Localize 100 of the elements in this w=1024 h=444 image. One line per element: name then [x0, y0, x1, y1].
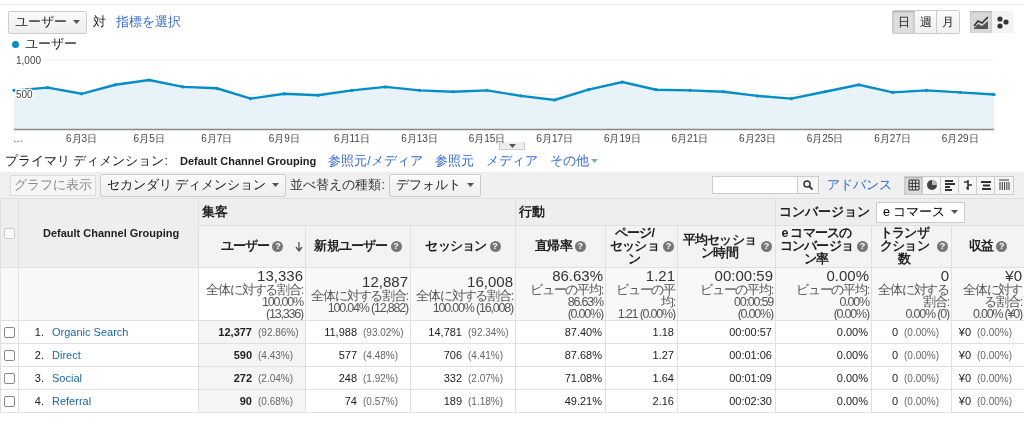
share-value: (0.00%): [977, 327, 1014, 338]
metric-value: 1.18: [652, 326, 674, 338]
column-header[interactable]: 平均セッション時間: [681, 233, 758, 260]
legend-label: ユーザー: [25, 36, 77, 53]
help-icon[interactable]: ?: [996, 241, 1008, 252]
period-tab[interactable]: 週: [915, 11, 937, 33]
metric-value: 0: [891, 326, 898, 338]
channel-link[interactable]: Social: [52, 372, 82, 384]
share-value: (92.86%): [258, 327, 300, 338]
help-icon[interactable]: ?: [489, 241, 501, 252]
share-value: (0.68%): [258, 396, 294, 407]
metric-value: 332: [443, 372, 462, 384]
metric-value: 0: [891, 349, 898, 361]
x-tick-label: 6月19日: [603, 133, 641, 144]
metric-value: 706: [443, 349, 462, 361]
metric-value: 00:01:09: [729, 372, 772, 384]
period-tab[interactable]: 日: [893, 11, 915, 33]
metric-value: 248: [338, 372, 357, 384]
column-header[interactable]: 新規ユーザー: [314, 240, 388, 253]
metric-value: 272: [233, 372, 252, 384]
share-value: (93.02%): [363, 327, 405, 338]
x-tick-label: …: [13, 133, 23, 144]
share-value: (0.00%): [904, 327, 940, 338]
metric-value: 12,377: [218, 326, 252, 338]
metric-dropdown[interactable]: ユーザー: [8, 10, 87, 34]
secondary-dimension-dropdown[interactable]: セカンダリ ディメンション: [100, 173, 287, 197]
channel-link[interactable]: Referral: [52, 395, 92, 407]
dimension-link[interactable]: Default Channel Grouping: [179, 155, 317, 167]
help-icon[interactable]: ?: [272, 241, 284, 252]
share-value: (0.00%): [977, 373, 1014, 384]
share-value: (4.43%): [258, 350, 294, 361]
share-value: (0.00%): [977, 396, 1014, 407]
channel-link[interactable]: Direct: [52, 349, 81, 361]
share-value: (0.00%): [904, 373, 940, 384]
metric-value: 00:02:30: [729, 395, 772, 407]
vs-label: 対: [93, 13, 106, 31]
column-header[interactable]: 直帰率: [535, 240, 572, 253]
conversion-type-dropdown[interactable]: e コマース: [876, 201, 966, 223]
y-tick-label: 1,000: [16, 54, 42, 66]
metric-value: 87.40%: [564, 326, 602, 338]
x-tick-label: 6月17日: [536, 133, 574, 144]
total-value: 00:00:59: [713, 268, 773, 284]
metric-value: 189: [443, 395, 462, 407]
total-value: 0: [939, 268, 949, 284]
help-icon[interactable]: ?: [857, 241, 868, 252]
column-header[interactable]: 収益: [968, 240, 994, 253]
column-header[interactable]: ページ/セッション: [609, 227, 660, 266]
metric-value: 87.68%: [564, 349, 602, 361]
x-tick-label: 6月3日: [66, 133, 98, 144]
x-tick-label: 6月15日: [468, 133, 506, 144]
channel-link[interactable]: Organic Search: [52, 326, 129, 338]
metric-value: 71.08%: [564, 372, 602, 384]
help-icon[interactable]: ?: [761, 241, 772, 252]
x-tick-label: 6月9日: [268, 133, 300, 144]
metric-value: ¥0: [958, 326, 972, 338]
share-value: (0.57%): [363, 396, 399, 407]
select-metric-link[interactable]: 指標を選択: [116, 13, 181, 31]
dimension-link[interactable]: メディア: [485, 152, 538, 170]
help-icon[interactable]: ?: [574, 241, 586, 252]
metric-value: 1.64: [652, 372, 674, 384]
x-tick-label: 6月11日: [333, 133, 370, 144]
sort-type-dropdown[interactable]: デフォルト: [388, 173, 481, 197]
metric-value: 2.16: [652, 395, 674, 407]
x-tick-label: 6月27日: [874, 133, 911, 144]
group-header: 集客: [202, 203, 228, 221]
metric-value: 0: [891, 372, 898, 384]
metric-value: 11,988: [324, 326, 357, 338]
dimension-link[interactable]: その他: [549, 152, 598, 170]
column-header[interactable]: トランザクション数: [875, 227, 934, 266]
help-icon[interactable]: ?: [663, 241, 674, 252]
metric-value: 0.00%: [836, 349, 868, 361]
period-tab[interactable]: 月: [937, 11, 959, 33]
x-tick-label: 6月7日: [201, 133, 233, 144]
column-header: Default Channel Grouping: [18, 198, 199, 268]
total-value: 1.21: [644, 268, 675, 284]
share-value: (2.04%): [258, 373, 294, 384]
help-icon[interactable]: ?: [390, 241, 402, 252]
share-value: (92.34%): [468, 327, 510, 338]
metric-value: 0.00%: [836, 395, 868, 407]
total-value: 16,008: [466, 274, 513, 290]
share-value: (0.00%): [977, 350, 1014, 361]
column-header[interactable]: セッション: [425, 240, 487, 253]
share-value: (0.00%): [904, 350, 940, 361]
dimension-link[interactable]: 参照元/メディア: [328, 152, 423, 170]
x-tick-label: 6月13日: [401, 133, 438, 144]
metric-value: 577: [338, 349, 357, 361]
dimension-link[interactable]: 参照元: [434, 152, 474, 170]
column-header[interactable]: ユーザー: [220, 240, 270, 253]
column-header[interactable]: e コマースのコンバージョン率: [779, 227, 854, 266]
x-tick-label: 6月23日: [739, 133, 776, 144]
total-value: 12,887: [361, 274, 408, 290]
advanced-link[interactable]: アドバンス: [827, 176, 892, 194]
help-icon[interactable]: ?: [937, 241, 948, 252]
y-tick-label: 500: [16, 89, 33, 100]
row-index: 1.: [33, 326, 44, 338]
metric-value: 00:00:57: [729, 326, 772, 338]
metric-value: 1.27: [652, 349, 674, 361]
total-note: 全体に対する割合: 100.00% (16,008): [415, 290, 513, 314]
sort-type-label: 並べ替えの種類:: [290, 176, 385, 194]
metric-value: 0: [891, 395, 898, 407]
